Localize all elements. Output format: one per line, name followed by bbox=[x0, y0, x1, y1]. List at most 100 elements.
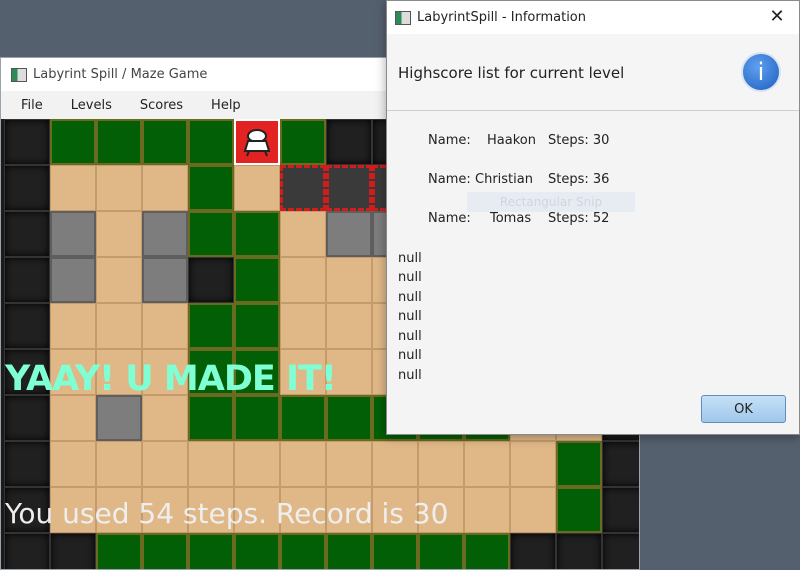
stone-tile bbox=[326, 211, 372, 257]
wall-tile bbox=[326, 395, 372, 441]
wall-tile bbox=[280, 533, 326, 569]
info-icon: i bbox=[741, 52, 781, 92]
floor-tile bbox=[326, 303, 372, 349]
information-dialog: LabyrintSpill - Information ✕ Highscore … bbox=[386, 0, 800, 435]
steps-message: You used 54 steps. Record is 30 bbox=[5, 497, 449, 530]
score-steps: Steps: 30 bbox=[548, 133, 610, 148]
null-line: null bbox=[398, 368, 422, 383]
floor-tile bbox=[50, 441, 96, 487]
score-name: Haakon bbox=[487, 133, 536, 148]
null-line: null bbox=[398, 348, 422, 363]
dark-tile bbox=[50, 533, 96, 569]
wall-tile bbox=[50, 119, 96, 165]
wall-tile bbox=[372, 533, 418, 569]
locked-tile bbox=[280, 165, 326, 211]
dark-tile bbox=[4, 211, 50, 257]
dark-tile bbox=[4, 441, 50, 487]
floor-tile bbox=[50, 165, 96, 211]
wall-tile bbox=[234, 303, 280, 349]
score-label: Name: bbox=[428, 172, 471, 187]
wall-tile bbox=[188, 533, 234, 569]
wall-tile bbox=[142, 119, 188, 165]
null-line: null bbox=[398, 309, 422, 324]
floor-tile bbox=[510, 487, 556, 533]
stone-tile bbox=[50, 257, 96, 303]
null-line: null bbox=[398, 270, 422, 285]
score-label: Name: bbox=[428, 211, 471, 226]
dialog-header-text: Highscore list for current level bbox=[398, 64, 625, 82]
dark-tile bbox=[4, 257, 50, 303]
score-name: Tomas bbox=[490, 211, 532, 226]
dark-tile bbox=[602, 533, 639, 569]
floor-tile bbox=[50, 395, 96, 441]
floor-tile bbox=[280, 303, 326, 349]
wall-tile bbox=[188, 303, 234, 349]
player-tile bbox=[234, 119, 280, 165]
wall-tile bbox=[280, 395, 326, 441]
floor-tile bbox=[96, 303, 142, 349]
floor-tile bbox=[280, 257, 326, 303]
floor-tile bbox=[510, 441, 556, 487]
floor-tile bbox=[142, 303, 188, 349]
menu-scores[interactable]: Scores bbox=[126, 98, 197, 113]
dialog-title: LabyrintSpill - Information bbox=[417, 10, 586, 25]
floor-tile bbox=[280, 211, 326, 257]
wall-tile bbox=[464, 533, 510, 569]
stone-tile bbox=[142, 211, 188, 257]
wall-tile bbox=[188, 165, 234, 211]
player-icon bbox=[243, 129, 271, 157]
dialog-header: Highscore list for current level i bbox=[387, 34, 799, 111]
dialog-app-icon bbox=[395, 10, 411, 25]
dark-tile bbox=[510, 533, 556, 569]
wall-tile bbox=[96, 119, 142, 165]
dark-tile bbox=[4, 533, 50, 569]
dark-tile bbox=[4, 119, 50, 165]
menu-levels[interactable]: Levels bbox=[57, 98, 126, 113]
floor-tile bbox=[234, 441, 280, 487]
floor-tile bbox=[142, 165, 188, 211]
dialog-titlebar: LabyrintSpill - Information ✕ bbox=[387, 1, 799, 34]
floor-tile bbox=[96, 211, 142, 257]
wall-tile bbox=[418, 533, 464, 569]
score-steps: Steps: 36 bbox=[548, 172, 610, 187]
menu-file[interactable]: File bbox=[7, 98, 57, 113]
floor-tile bbox=[418, 441, 464, 487]
dark-tile bbox=[4, 165, 50, 211]
floor-tile bbox=[280, 441, 326, 487]
wall-tile bbox=[326, 533, 372, 569]
dark-tile bbox=[4, 395, 50, 441]
wall-tile bbox=[96, 533, 142, 569]
floor-tile bbox=[96, 441, 142, 487]
wall-tile bbox=[188, 211, 234, 257]
floor-tile bbox=[142, 395, 188, 441]
dark-tile bbox=[556, 533, 602, 569]
game-window-title: Labyrint Spill / Maze Game bbox=[33, 67, 208, 82]
menu-help[interactable]: Help bbox=[197, 98, 255, 113]
wall-tile bbox=[188, 119, 234, 165]
locked-tile bbox=[326, 165, 372, 211]
win-message: YAAY! U MADE IT! bbox=[5, 359, 337, 399]
wall-tile bbox=[142, 533, 188, 569]
wall-tile bbox=[234, 211, 280, 257]
ghost-snip-label: Rectangular Snip bbox=[467, 192, 635, 212]
floor-tile bbox=[188, 441, 234, 487]
floor-tile bbox=[142, 441, 188, 487]
close-icon[interactable]: ✕ bbox=[767, 7, 787, 27]
floor-tile bbox=[464, 441, 510, 487]
floor-tile bbox=[326, 257, 372, 303]
app-icon bbox=[11, 67, 27, 82]
score-name: Christian bbox=[475, 172, 533, 187]
dark-tile bbox=[188, 257, 234, 303]
floor-tile bbox=[234, 165, 280, 211]
dark-tile bbox=[602, 487, 639, 533]
null-line: null bbox=[398, 251, 422, 266]
stone-tile bbox=[142, 257, 188, 303]
ok-button[interactable]: OK bbox=[701, 395, 786, 423]
wall-tile bbox=[234, 395, 280, 441]
dark-tile bbox=[4, 303, 50, 349]
stone-tile bbox=[96, 395, 142, 441]
null-line: null bbox=[398, 329, 422, 344]
floor-tile bbox=[326, 441, 372, 487]
wall-tile bbox=[188, 395, 234, 441]
floor-tile bbox=[464, 487, 510, 533]
